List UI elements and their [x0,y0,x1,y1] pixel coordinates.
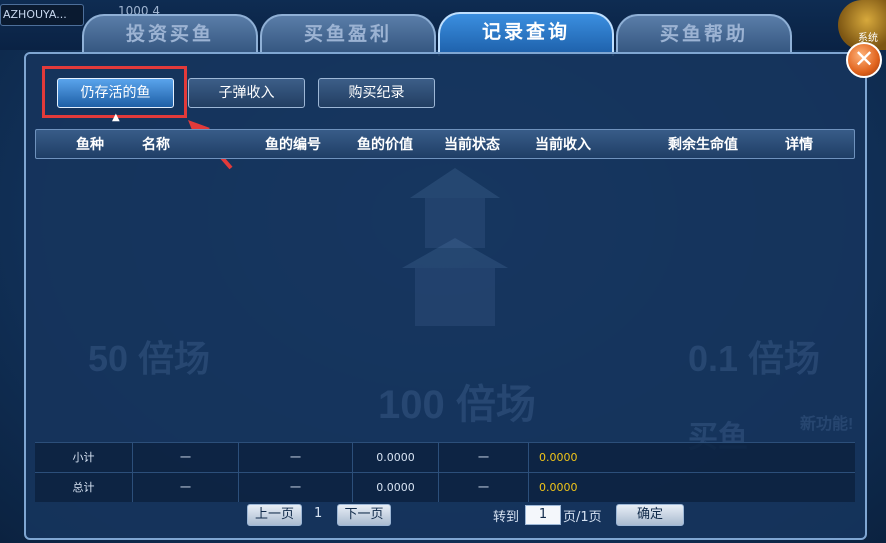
total-cell: 一 [439,473,529,502]
col-remaining-life: 剩余生命值 [668,137,738,153]
tab-label: 买鱼帮助 [659,24,748,45]
bullet-income-button[interactable]: 子弹收入 [188,78,305,108]
tab-fish-help[interactable]: 买鱼帮助 [616,14,792,54]
tab-label: 投资买鱼 [125,24,214,45]
table-header: 鱼种 名称 鱼的编号 鱼的价值 当前状态 当前收入 剩余生命值 详情 [35,129,855,159]
username-field: AZHOUYA... [0,4,84,26]
annotation-highlight [42,66,187,118]
bg-label-01x: 0.1 倍场 [688,338,821,379]
total-cell: 一 [239,473,353,502]
bg-label-100x: 100 倍场 [378,383,536,427]
subtotal-label: 小计 [35,443,133,472]
col-fish-id: 鱼的编号 [265,137,321,153]
subtotal-cell: 一 [133,443,239,472]
goto-page-input[interactable]: 1 [525,505,561,525]
total-pages: 页/1页 [563,510,602,525]
bg-label-50x: 50 倍场 [88,338,211,379]
confirm-button[interactable]: 确定 [616,504,684,526]
tab-record-query[interactable]: 记录查询 [438,12,614,56]
tab-invest-fish[interactable]: 投资买鱼 [82,14,258,54]
col-details: 详情 [785,137,813,153]
subtotal-cell: 一 [239,443,353,472]
tab-fish-profit[interactable]: 买鱼盈利 [260,14,436,54]
tab-label: 买鱼盈利 [303,24,392,45]
col-fish-value: 鱼的价值 [357,137,413,153]
total-income: 0.0000 [539,481,578,494]
purchase-record-button[interactable]: 购买纪录 [318,78,435,108]
bg-label-new: 新功能! [800,416,854,433]
total-row: 总计 一 一 0.0000 一 0.0000 [35,472,855,502]
total-value: 0.0000 [353,473,439,502]
total-label: 总计 [35,473,133,502]
summary-table: 小计 一 一 0.0000 一 0.0000 总计 一 一 0.0000 一 0… [35,442,855,502]
col-income: 当前收入 [535,137,591,153]
prev-page-button[interactable]: 上一页 [247,504,302,526]
col-name: 名称 [142,137,170,153]
subtotal-cell: 一 [439,443,529,472]
subtotal-row: 小计 一 一 0.0000 一 0.0000 [35,442,855,472]
current-page: 1 [314,506,323,521]
close-button[interactable]: ✕ [846,42,882,78]
subtotal-value: 0.0000 [353,443,439,472]
col-status: 当前状态 [444,137,500,153]
total-cell: 一 [133,473,239,502]
subtotal-income: 0.0000 [539,451,578,464]
col-fish-type: 鱼种 [76,137,104,153]
goto-label: 转到 [493,510,520,525]
close-icon: ✕ [853,45,875,73]
caret-up-icon: ▲ [112,112,120,123]
next-page-button[interactable]: 下一页 [337,504,391,526]
pagoda-art [402,168,508,326]
tab-label: 记录查询 [481,22,570,43]
